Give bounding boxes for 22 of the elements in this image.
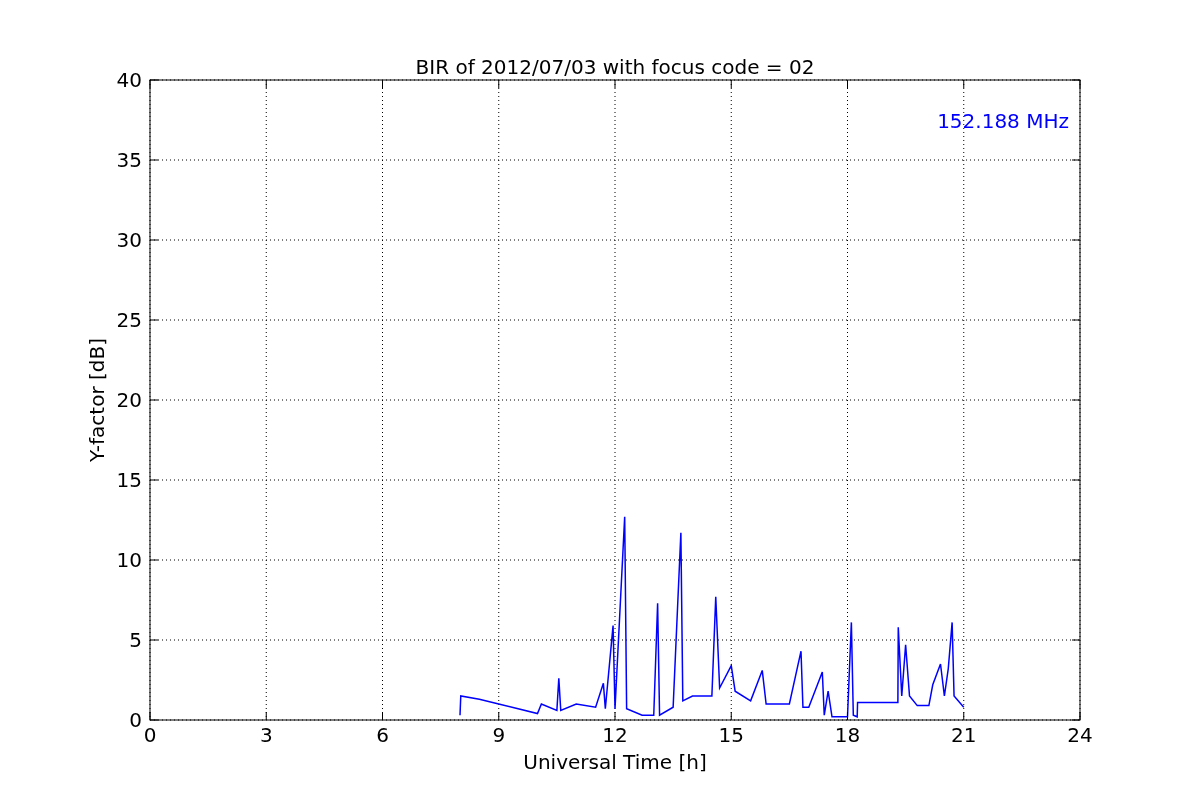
x-tick-label: 3 — [259, 723, 273, 747]
x-tick-label: 18 — [834, 723, 861, 747]
x-tick-label: 15 — [718, 723, 744, 747]
x-tick-label: 24 — [1067, 723, 1093, 747]
y-tick-label: 40 — [116, 68, 142, 92]
y-tick-label: 25 — [116, 308, 142, 332]
series-label: 152.188 MHz — [937, 109, 1069, 133]
y-tick-label: 30 — [116, 228, 142, 252]
y-tick-label: 20 — [116, 388, 142, 412]
y-tick-label: 35 — [116, 148, 142, 172]
x-tick-label: 21 — [951, 723, 977, 747]
x-tick-label: 9 — [492, 723, 506, 747]
y-tick-label: 0 — [129, 708, 142, 732]
x-tick-label: 6 — [376, 723, 389, 747]
y-tick-label: 10 — [116, 548, 142, 572]
x-tick-label: 0 — [143, 723, 157, 747]
chart-title: BIR of 2012/07/03 with focus code = 02 — [415, 55, 815, 79]
x-tick-label: 12 — [602, 723, 628, 747]
x-axis-label: Universal Time [h] — [523, 750, 707, 774]
y-tick-label: 5 — [129, 628, 142, 652]
y-tick-label: 15 — [116, 468, 142, 492]
y-axis-label: Y-factor [dB] — [85, 338, 109, 462]
